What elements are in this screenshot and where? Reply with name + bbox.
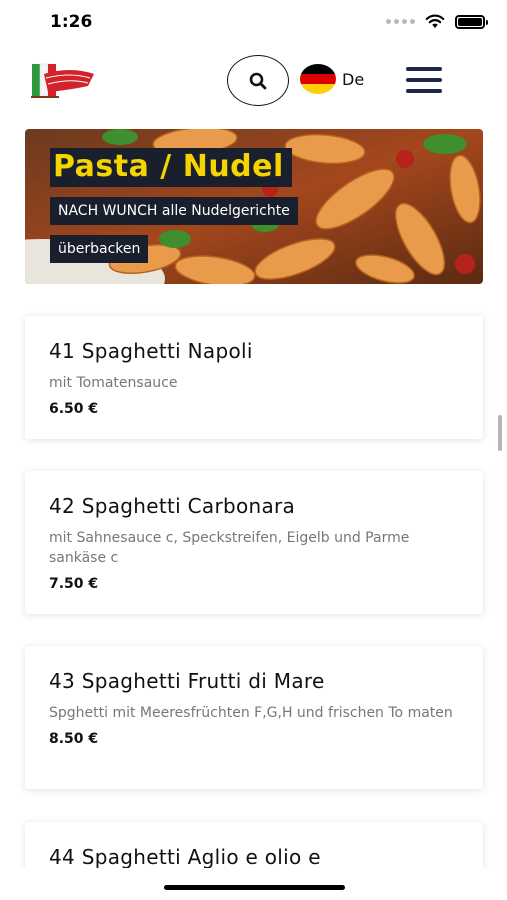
scrollbar[interactable] [498,415,502,451]
menu-item-title: 44 Spaghetti Aglio e olio e [49,845,321,868]
menu-item-description: mit Tomatensauce [49,375,178,391]
menu-item-card[interactable]: 42 Spaghetti Carbonara mit Sahnesauce c,… [25,471,483,614]
german-flag-icon [300,64,336,94]
menu-item-title: 42 Spaghetti Carbonara [49,494,296,518]
battery-icon [455,14,488,29]
menu-item-description: Spghetti mit Meeresfrüchten F,G,H und fr… [49,705,453,721]
menu-line-icon [406,78,442,82]
logo-graphic [31,63,94,98]
hamburger-menu-button[interactable] [406,65,442,95]
category-subtitle-line2: überbacken [50,235,149,263]
menu-item-title: 43 Spaghetti Frutti di Mare [49,669,325,693]
home-indicator[interactable] [164,885,345,890]
search-icon [249,72,267,89]
cellular-signal-icon [386,19,415,24]
status-bar: 1:26 [0,0,507,46]
category-title: Pasta / Nudel [50,148,292,187]
menu-item-description: mit Sahnesauce c, Speckstreifen, Eigelb … [49,530,410,566]
menu-item-card[interactable]: 43 Spaghetti Frutti di Mare Spghetti mit… [25,646,483,789]
search-button[interactable] [227,55,289,106]
language-label: De [342,69,365,89]
menu-item-title: 41 Spaghetti Napoli [49,339,253,363]
menu-line-icon [406,67,442,71]
status-time: 1:26 [50,12,93,32]
menu-item-price: 7.50 € [49,576,99,592]
restaurant-logo[interactable] [30,60,96,100]
wifi-icon [425,14,445,28]
menu-item-price: 6.50 € [49,401,99,417]
menu-item-price: 8.50 € [49,731,99,747]
app-header: De [0,46,507,116]
language-selector[interactable]: De [300,64,364,94]
category-banner: Pasta / Nudel NACH WUNCH alle Nudelgeric… [25,129,483,284]
menu-scroll-area[interactable]: Pasta / Nudel NACH WUNCH alle Nudelgeric… [0,116,507,868]
menu-item-card[interactable]: 41 Spaghetti Napoli mit Tomatensauce 6.5… [25,316,483,439]
menu-item-card[interactable]: 44 Spaghetti Aglio e olio e [25,822,483,868]
menu-line-icon [406,89,442,93]
category-subtitle-line1: NACH WUNCH alle Nudelgerichte [50,197,298,225]
status-indicators [386,14,488,29]
